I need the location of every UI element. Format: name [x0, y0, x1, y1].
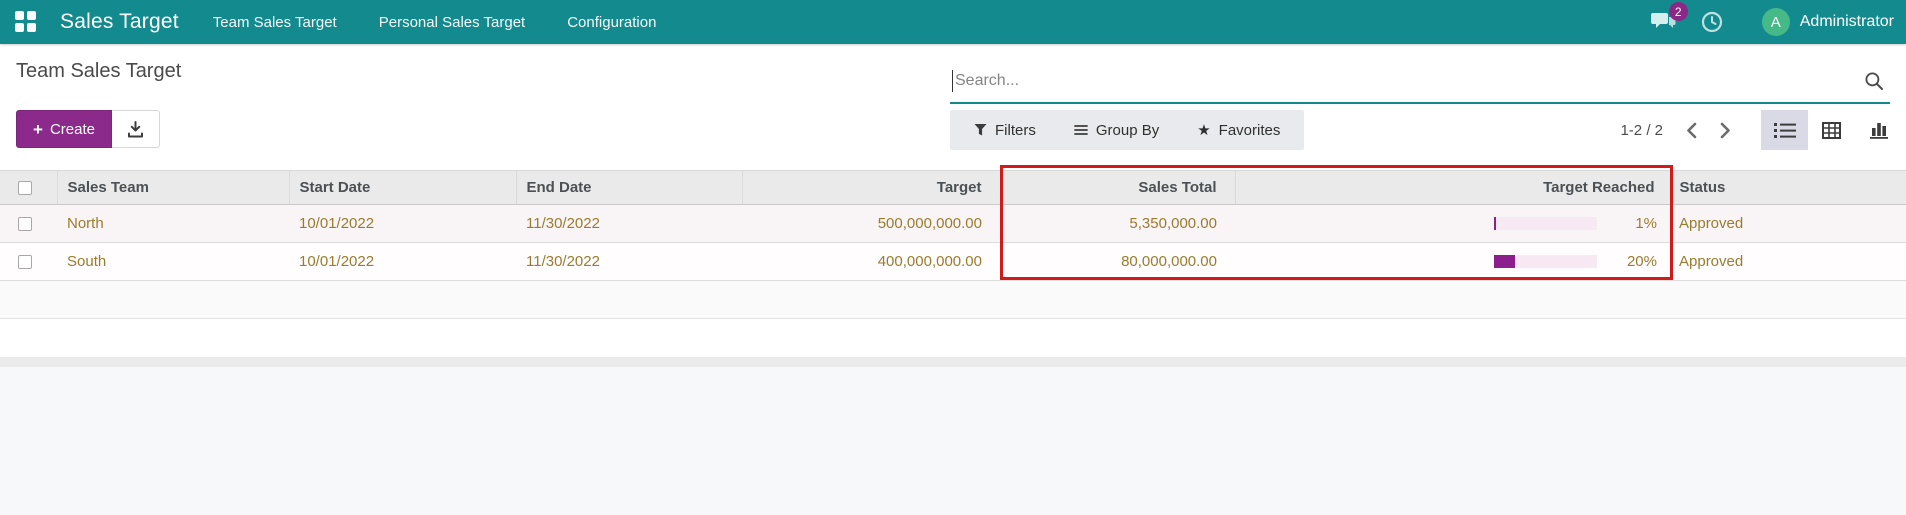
- table-footer-band: [0, 356, 1906, 367]
- filters-group: Filters Group By ★ Favorites: [950, 110, 1305, 150]
- progress-bar-fill: [1494, 217, 1496, 230]
- cell-end-date: 11/30/2022: [526, 215, 600, 232]
- text-cursor: [952, 70, 953, 92]
- cell-end-date: 11/30/2022: [526, 253, 600, 270]
- list-view-icon: [1773, 122, 1796, 139]
- pivot-view-icon: [1822, 121, 1841, 139]
- cell-status: Approved: [1679, 215, 1744, 232]
- row-checkbox[interactable]: [18, 217, 32, 232]
- column-header-status[interactable]: Status: [1673, 170, 1906, 205]
- table-row-south[interactable]: South 10/01/2022 11/30/2022 400,000,000.…: [0, 242, 1906, 281]
- table-header-row: Sales Team Start Date End Date Target Sa…: [0, 170, 1906, 205]
- breadcrumb: Team Sales Target: [16, 60, 182, 82]
- navbar-right: 2 A Administrator: [1650, 2, 1894, 36]
- row-select-cell: [0, 243, 57, 281]
- search-icon[interactable]: [1864, 71, 1884, 91]
- export-button[interactable]: [111, 110, 160, 148]
- control-panel: Team Sales Target + Create Search... Fil…: [0, 44, 1906, 170]
- user-name: Administrator: [1799, 13, 1894, 30]
- create-button-label: Create: [49, 120, 95, 138]
- messages-button[interactable]: 2: [1650, 2, 1688, 35]
- chevron-left-icon: [1686, 122, 1697, 139]
- action-buttons: + Create: [16, 110, 160, 148]
- sales-target-table: Sales Team Start Date End Date Target Sa…: [0, 170, 1906, 357]
- search-placeholder: Search...: [955, 72, 1020, 89]
- progress-label: 1%: [1635, 215, 1657, 232]
- view-pivot-button[interactable]: [1808, 110, 1855, 150]
- create-button[interactable]: + Create: [16, 110, 112, 148]
- cell-sales-total: 80,000,000.00: [1121, 253, 1217, 270]
- select-all-cell: [0, 170, 58, 205]
- progress-bar: [1494, 217, 1597, 230]
- table-row-north[interactable]: North 10/01/2022 11/30/2022 500,000,000.…: [0, 204, 1906, 243]
- clock-icon: [1700, 10, 1724, 34]
- menu-configuration[interactable]: Configuration: [567, 14, 656, 31]
- select-all-checkbox[interactable]: [18, 181, 32, 196]
- column-header-target-reached[interactable]: Target Reached: [1235, 170, 1674, 205]
- cell-target-reached: 1%: [1235, 205, 1673, 243]
- list-view: Sales Team Start Date End Date Target Sa…: [0, 165, 1906, 357]
- menu-team-sales-target[interactable]: Team Sales Target: [213, 14, 337, 31]
- bars-icon: [1073, 124, 1088, 136]
- sales-target-app: Sales Target Team Sales Target Personal …: [0, 0, 1906, 515]
- filters-label: Filters: [995, 121, 1036, 139]
- cell-target-reached: 20%: [1235, 243, 1673, 281]
- column-header-end-date[interactable]: End Date: [516, 170, 743, 205]
- menu-personal-sales-target[interactable]: Personal Sales Target: [379, 14, 525, 31]
- plus-icon: +: [33, 119, 43, 139]
- avatar: A: [1761, 8, 1790, 36]
- cell-sales-total: 5,350,000.00: [1129, 215, 1217, 232]
- cell-sales-team: North: [67, 215, 104, 232]
- apps-menu-icon[interactable]: [15, 11, 37, 33]
- page-background: [0, 366, 1906, 515]
- cell-target: 400,000,000.00: [877, 253, 982, 270]
- column-header-start-date[interactable]: Start Date: [289, 170, 517, 205]
- chevron-right-icon: [1720, 122, 1731, 139]
- empty-row: [0, 280, 1906, 319]
- cell-sales-team: South: [67, 253, 107, 270]
- group-by-label: Group By: [1095, 121, 1160, 139]
- search-input[interactable]: Search...: [950, 60, 1890, 104]
- pager: 1-2 / 2: [1620, 115, 1739, 145]
- column-header-sales-team[interactable]: Sales Team: [57, 170, 290, 205]
- graph-view-icon: [1869, 121, 1889, 139]
- user-menu[interactable]: A Administrator: [1761, 8, 1894, 36]
- favorites-label: Favorites: [1218, 121, 1281, 139]
- progress-bar: [1494, 255, 1597, 268]
- star-icon: ★: [1197, 121, 1211, 139]
- activities-button[interactable]: [1700, 10, 1724, 34]
- download-icon: [127, 120, 144, 138]
- empty-row: [0, 318, 1906, 357]
- search-actions-row: Filters Group By ★ Favorites 1-2 / 2: [950, 110, 1902, 150]
- view-list-button[interactable]: [1761, 110, 1808, 150]
- progress-label: 20%: [1626, 253, 1657, 270]
- row-select-cell: [0, 205, 57, 243]
- pager-range: 1-2 / 2: [1620, 121, 1663, 139]
- favorites-button[interactable]: ★ Favorites: [1197, 122, 1280, 139]
- cell-start-date: 10/01/2022: [299, 215, 375, 232]
- view-graph-button[interactable]: [1855, 110, 1902, 150]
- main-menu: Team Sales Target Personal Sales Target …: [213, 14, 657, 31]
- column-header-sales-total[interactable]: Sales Total: [1000, 170, 1236, 205]
- row-checkbox[interactable]: [18, 255, 32, 270]
- cell-start-date: 10/01/2022: [299, 253, 375, 270]
- filters-button[interactable]: Filters: [974, 122, 1036, 139]
- column-header-target[interactable]: Target: [742, 170, 1001, 205]
- pager-next-button[interactable]: [1711, 115, 1739, 145]
- cell-target: 500,000,000.00: [877, 215, 982, 232]
- funnel-icon: [974, 123, 987, 137]
- progress-bar-fill: [1494, 255, 1515, 268]
- top-navbar: Sales Target Team Sales Target Personal …: [0, 0, 1906, 44]
- view-switcher: [1761, 110, 1902, 150]
- messages-count-badge: 2: [1668, 2, 1688, 21]
- pager-previous-button[interactable]: [1677, 115, 1705, 145]
- group-by-button[interactable]: Group By: [1073, 121, 1160, 139]
- app-title[interactable]: Sales Target: [60, 10, 179, 34]
- cell-status: Approved: [1679, 253, 1744, 270]
